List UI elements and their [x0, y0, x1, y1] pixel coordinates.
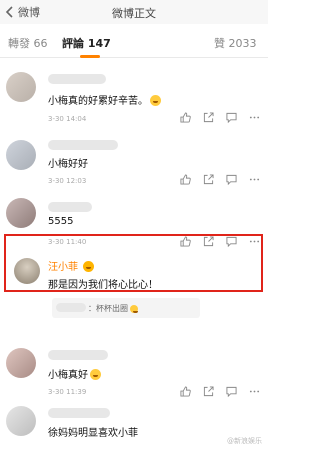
blurred-username [56, 303, 86, 312]
comment-icon[interactable] [226, 112, 237, 123]
emoji-icon [90, 369, 101, 380]
blurred-username [48, 350, 108, 360]
comment-actions [180, 174, 260, 185]
avatar[interactable] [6, 140, 36, 170]
tab-like[interactable]: 贊 2033 [214, 35, 257, 51]
comment-item: 小梅真好 3-30 11:39 [0, 348, 268, 396]
share-icon[interactable] [203, 112, 214, 123]
avatar[interactable] [6, 348, 36, 378]
reply-preview[interactable]: ：杯杯出圈 [52, 298, 200, 318]
avatar[interactable] [6, 406, 36, 436]
comment-item: 小梅真的好累好辛苦。 3-30 14:04 [0, 72, 268, 128]
crown-badge-icon [83, 261, 95, 272]
active-tab-indicator [80, 55, 100, 58]
username-text: 汪小菲 [48, 262, 78, 273]
like-icon[interactable] [180, 174, 191, 185]
comment-time: 3-30 14:04 [48, 115, 87, 123]
comment-text-content: 小梅真好 [48, 370, 88, 381]
tab-bar: 轉發 66 評論 147 贊 2033 [0, 24, 268, 58]
more-icon[interactable] [249, 386, 260, 397]
comment-item: 汪小菲 那是因为我们将心比心！ [0, 256, 268, 292]
comment-text: 小梅好好 [48, 159, 88, 170]
avatar[interactable] [14, 258, 40, 284]
page-title: 微博正文 [112, 7, 156, 20]
comment-text: 徐妈妈明显喜欢小菲 [48, 428, 138, 439]
tab-comment[interactable]: 評論 147 [62, 35, 111, 51]
blurred-username [48, 140, 118, 150]
comment-icon[interactable] [226, 174, 237, 185]
reply-text-content: ：杯杯出圈 [88, 304, 128, 313]
blurred-username [48, 408, 110, 418]
comment-username[interactable]: 汪小菲 [48, 258, 95, 273]
comment-time: 3-30 12:03 [48, 177, 87, 185]
share-icon[interactable] [203, 386, 214, 397]
comment-text: 那是因为我们将心比心！ [48, 280, 158, 291]
like-icon[interactable] [180, 386, 191, 397]
comment-icon[interactable] [226, 386, 237, 397]
comment-text: 5555 [48, 216, 74, 227]
comment-text-content: 小梅真的好累好辛苦。 [48, 96, 148, 107]
comment-actions [180, 112, 260, 123]
like-icon[interactable] [180, 112, 191, 123]
emoji-icon [150, 95, 161, 106]
share-icon[interactable] [203, 174, 214, 185]
comment-time: 3-30 11:39 [48, 388, 87, 396]
comment-text: 小梅真好 [48, 366, 101, 381]
avatar[interactable] [6, 198, 36, 228]
more-icon[interactable] [249, 174, 260, 185]
tab-repost[interactable]: 轉發 66 [8, 35, 48, 51]
comment-actions [180, 386, 260, 397]
blurred-username [48, 74, 106, 84]
more-icon[interactable] [249, 112, 260, 123]
emoji-icon [130, 305, 138, 313]
avatar[interactable] [6, 72, 36, 102]
comment-item: 小梅好好 3-30 12:03 [0, 140, 268, 190]
watermark: @新浪娱乐 [227, 437, 262, 445]
reply-text: ：杯杯出圈 [88, 303, 138, 314]
blurred-username [48, 202, 92, 212]
comment-text: 小梅真的好累好辛苦。 [48, 92, 161, 107]
top-bar: 微博 微博正文 [0, 0, 268, 24]
